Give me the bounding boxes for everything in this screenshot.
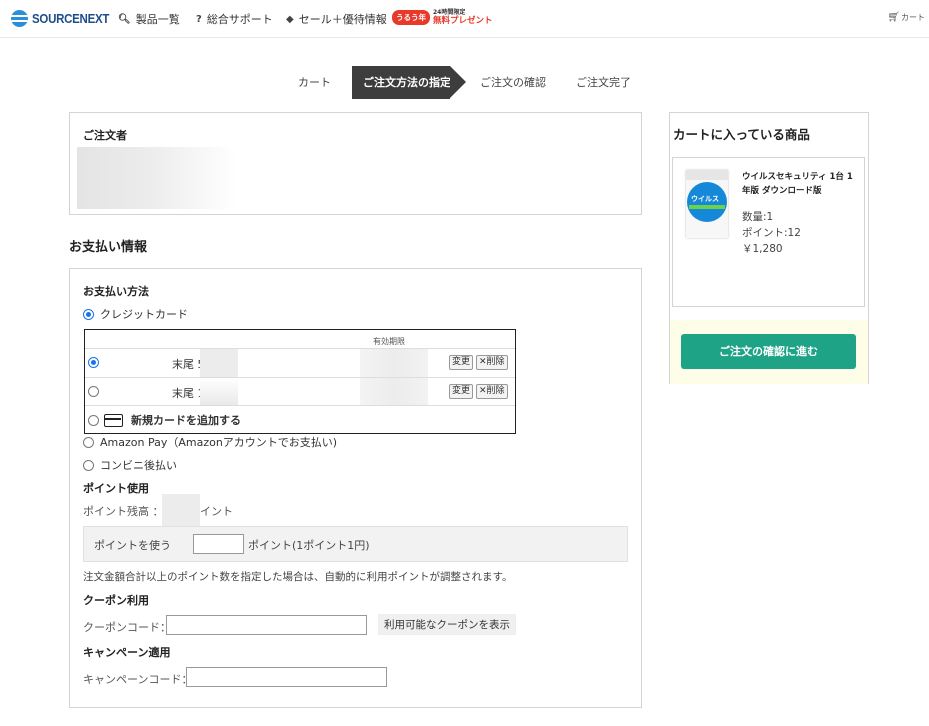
coupon-code-label: クーポンコード：	[83, 621, 171, 634]
card-1-radio[interactable]	[88, 357, 99, 368]
delete-x-icon: ✕	[479, 357, 487, 367]
row-divider	[85, 377, 515, 378]
points-title: ポイント使用	[83, 482, 149, 495]
search-icon: 🔍︎	[118, 13, 131, 25]
card-1-delete-label: 削除	[486, 357, 505, 367]
promo-banner[interactable]: うるう年 24時間限定 無料プレゼント	[392, 9, 493, 25]
step-order-method: ご注文方法の指定	[352, 66, 466, 99]
payment-method-title: お支払い方法	[83, 285, 149, 298]
nav-products[interactable]: 🔍︎ 製品一覧	[118, 11, 180, 27]
points-input[interactable]	[193, 534, 244, 554]
convenience-label: コンビニ後払い	[100, 459, 177, 472]
row-divider	[85, 348, 515, 349]
nav-support-label: 総合サポート	[206, 13, 273, 26]
product-package-image: ウイルス	[686, 170, 728, 238]
checkout-steps: カート ご注文方法の指定 ご注文の確認 ご注文完了	[0, 66, 929, 99]
cart-sidebar-title: カートに入っている商品	[673, 127, 810, 142]
convenience-option[interactable]: コンビニ後払い	[83, 457, 177, 473]
new-card-radio[interactable]	[88, 414, 99, 426]
cart-product-points: ポイント:12	[742, 227, 801, 239]
promo-text: 24時間限定 無料プレゼント	[433, 9, 493, 25]
new-card-option[interactable]: 新規カードを追加する	[88, 412, 241, 428]
card-2-change-button[interactable]: 変更	[449, 384, 474, 399]
card-2-delete-label: 削除	[486, 386, 505, 396]
card-1-change-button[interactable]: 変更	[449, 355, 474, 370]
card-2-radio[interactable]	[88, 386, 99, 397]
header-cart-label: カート	[901, 13, 925, 22]
credit-card-icon	[104, 413, 123, 427]
use-points-label: ポイントを使う	[94, 539, 171, 552]
card-2-expiry-redacted	[360, 378, 428, 405]
new-card-label: 新規カードを追加する	[131, 414, 241, 427]
campaign-title: キャンペーン適用	[83, 646, 171, 659]
nav-sale-label: セール＋優待情報	[298, 13, 387, 26]
step-cart: カート	[298, 76, 331, 89]
promo-badge: うるう年	[392, 9, 430, 25]
convenience-radio[interactable]	[83, 459, 94, 471]
credit-card-option[interactable]: クレジットカード	[83, 306, 188, 322]
use-points-panel: ポイントを使う ポイント(1ポイント1円)	[83, 526, 628, 562]
cart-product-quantity: 数量:1	[742, 211, 774, 223]
card-2-delete-button[interactable]: ✕削除	[476, 384, 508, 399]
nav-sale[interactable]: ◆ セール＋優待情報	[286, 11, 387, 27]
campaign-code-label: キャンペーンコード：	[83, 673, 193, 686]
coupon-title: クーポン利用	[83, 594, 149, 607]
site-header: SOURCENEXT 🔍︎ 製品一覧 ? 総合サポート ◆ セール＋優待情報 う…	[0, 0, 929, 38]
orderer-title: ご注文者	[83, 129, 127, 142]
tag-icon: ◆	[286, 13, 294, 25]
promo-big-text: 無料プレゼント	[433, 16, 493, 26]
nav-products-label: 製品一覧	[135, 13, 180, 26]
cart-product-name[interactable]: ウイルスセキュリティ 1台 1年版 ダウンロード版	[742, 170, 857, 198]
step-confirm: ご注文の確認	[480, 76, 546, 89]
question-icon: ?	[196, 13, 202, 25]
credit-card-label: クレジットカード	[100, 308, 188, 321]
nav-support[interactable]: ? 総合サポート	[196, 11, 273, 27]
card-1-number-redacted	[200, 349, 238, 377]
points-balance-label: ポイント残高 ：	[83, 505, 164, 518]
cart-product-price: ￥1,280	[742, 243, 783, 255]
show-coupons-button[interactable]: 利用可能なクーポンを表示	[378, 614, 516, 635]
row-divider	[85, 405, 515, 406]
points-balance-redacted	[162, 494, 200, 526]
step-complete: ご注文完了	[576, 76, 631, 89]
package-top	[686, 170, 728, 180]
delete-x-icon: ✕	[479, 386, 487, 396]
cart-icon: 🛒︎	[887, 12, 900, 23]
points-note: 注文金額合計以上のポイント数を指定した場合は、自動的に利用ポイントが調整されます…	[83, 571, 513, 583]
amazon-pay-radio[interactable]	[83, 436, 94, 448]
package-band	[689, 205, 725, 209]
proceed-to-confirm-button[interactable]: ご注文の確認に進む	[681, 334, 856, 369]
header-cart-link[interactable]: 🛒︎ カート	[887, 12, 925, 23]
amazon-pay-label: Amazon Pay（Amazonアカウントでお支払い)	[100, 436, 338, 449]
sourcenext-logo[interactable]: SOURCENEXT	[11, 10, 116, 27]
card-1-delete-button[interactable]: ✕削除	[476, 355, 508, 370]
logo-text: SOURCENEXT	[32, 11, 110, 26]
logo-mark-icon	[11, 10, 28, 27]
card-2-number-redacted	[200, 378, 238, 405]
saved-cards-table: 有効期限 末尾 5 変更 ✕削除 末尾 1 変更 ✕削除 新規カードを追加する	[84, 329, 516, 434]
card-1-expiry-redacted	[360, 349, 428, 377]
package-text: ウイルス	[691, 195, 719, 203]
payment-heading: お支払い情報	[69, 240, 148, 255]
coupon-code-input[interactable]	[166, 615, 367, 635]
orderer-info-redacted	[77, 147, 237, 209]
campaign-code-input[interactable]	[186, 667, 387, 687]
points-balance-suffix: イント	[200, 505, 233, 518]
expiry-header: 有効期限	[373, 337, 405, 346]
credit-card-radio[interactable]	[83, 308, 94, 320]
points-unit-label: ポイント(1ポイント1円)	[248, 539, 370, 552]
amazon-pay-option[interactable]: Amazon Pay（Amazonアカウントでお支払い)	[83, 434, 337, 450]
